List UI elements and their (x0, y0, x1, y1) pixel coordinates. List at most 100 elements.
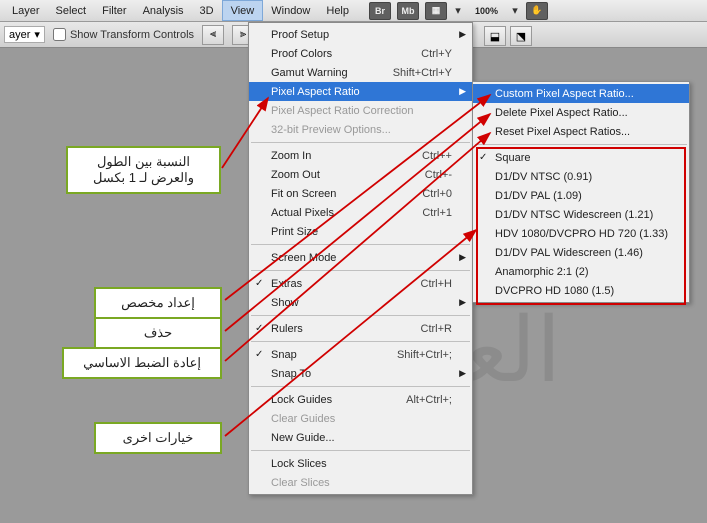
menu-item-label: Reset Pixel Aspect Ratios... (495, 126, 630, 138)
par-submenu-item-d1-dv-pal-1-09[interactable]: D1/DV PAL (1.09) (473, 186, 689, 205)
menu-item-label: Gamut Warning (271, 67, 348, 79)
view-menu-item-snap-to[interactable]: Snap To▶ (249, 364, 472, 383)
menu-item-shortcut: Ctrl+Y (421, 48, 452, 60)
launcher-mb-icon[interactable]: Mb (397, 2, 419, 20)
menu-item-label: Snap To (271, 368, 311, 380)
submenu-arrow-icon: ▶ (459, 29, 466, 40)
annotation-delete: حذف (94, 317, 222, 349)
view-menu-item-clear-slices: Clear Slices (249, 473, 472, 492)
workspace-icon[interactable]: ▦ (425, 2, 447, 20)
check-icon: ✓ (479, 152, 487, 163)
view-menu-item-extras[interactable]: ✓ExtrasCtrl+H (249, 274, 472, 293)
menubar-item-window[interactable]: Window (263, 0, 318, 21)
chevron-down-icon[interactable]: ▾ (453, 6, 463, 16)
show-transform-label: Show Transform Controls (70, 29, 194, 41)
show-transform-checkbox[interactable]: Show Transform Controls (53, 28, 194, 41)
menu-item-shortcut: Ctrl+R (421, 323, 452, 335)
menubar-item-layer[interactable]: Layer (4, 0, 48, 21)
menu-item-label: Actual Pixels (271, 207, 334, 219)
view-menu-separator (251, 244, 470, 245)
view-menu-separator (251, 341, 470, 342)
par-submenu-item-d1-dv-pal-widescreen-1-46[interactable]: D1/DV PAL Widescreen (1.46) (473, 243, 689, 262)
menu-item-shortcut: Ctrl+0 (422, 188, 452, 200)
menu-item-label: HDV 1080/DVCPRO HD 720 (1.33) (495, 228, 668, 240)
menu-item-label: Snap (271, 349, 297, 361)
view-menu-dropdown: Proof Setup▶Proof ColorsCtrl+YGamut Warn… (248, 22, 473, 495)
menu-item-label: Zoom In (271, 150, 311, 162)
layer-select[interactable]: ayer ▾ (4, 26, 45, 43)
view-menu-item-screen-mode[interactable]: Screen Mode▶ (249, 248, 472, 267)
par-submenu-item-delete-pixel-aspect-ratio[interactable]: Delete Pixel Aspect Ratio... (473, 103, 689, 122)
menu-item-label: Anamorphic 2:1 (2) (495, 266, 589, 278)
menu-item-label: 32-bit Preview Options... (271, 124, 391, 136)
menubar-item-help[interactable]: Help (318, 0, 357, 21)
menubar-item-analysis[interactable]: Analysis (135, 0, 192, 21)
view-menu-item-actual-pixels[interactable]: Actual Pixels Ctrl+1 (249, 203, 472, 222)
distribute-icon-1[interactable]: ⬓ (484, 26, 506, 46)
launcher-br-icon[interactable]: Br (369, 2, 391, 20)
menu-item-label: Clear Slices (271, 477, 330, 489)
show-transform-input[interactable] (53, 28, 66, 41)
hand-tool-icon[interactable]: ✋ (526, 2, 548, 20)
menu-item-label: D1/DV PAL Widescreen (1.46) (495, 247, 643, 259)
par-submenu-item-dvcpro-hd-1080-1-5[interactable]: DVCPRO HD 1080 (1.5) (473, 281, 689, 300)
menu-item-label: Proof Setup (271, 29, 329, 41)
menu-item-label: Delete Pixel Aspect Ratio... (495, 107, 628, 119)
menu-item-shortcut: Ctrl++ (422, 150, 452, 162)
view-menu-separator (251, 315, 470, 316)
par-submenu-item-hdv-1080-dvcpro-hd-720-1-33[interactable]: HDV 1080/DVCPRO HD 720 (1.33) (473, 224, 689, 243)
view-menu-separator (251, 142, 470, 143)
menu-item-shortcut: Ctrl+1 (422, 207, 452, 219)
par-submenu-separator (475, 144, 687, 145)
view-menu-separator (251, 386, 470, 387)
menu-bar: LayerSelectFilterAnalysis3DViewWindowHel… (0, 0, 707, 22)
annotation-reset: إعادة الضبط الاساسي (62, 347, 222, 379)
view-menu-item-new-guide[interactable]: New Guide... (249, 428, 472, 447)
menu-item-label: D1/DV NTSC Widescreen (1.21) (495, 209, 653, 221)
par-submenu-item-d1-dv-ntsc-0-91[interactable]: D1/DV NTSC (0.91) (473, 167, 689, 186)
chevron-down-icon[interactable]: ▾ (510, 6, 520, 16)
view-menu-item-pixel-aspect-ratio-correction: Pixel Aspect Ratio Correction (249, 101, 472, 120)
menubar-item-view[interactable]: View (222, 0, 264, 21)
menu-item-label: Screen Mode (271, 252, 336, 264)
align-icon-1[interactable]: ⫷ (202, 25, 224, 45)
view-menu-separator (251, 270, 470, 271)
view-menu-item-zoom-out[interactable]: Zoom Out Ctrl+- (249, 165, 472, 184)
check-icon: ✓ (255, 323, 263, 334)
menu-item-label: Print Size (271, 226, 318, 238)
par-submenu-item-d1-dv-ntsc-widescreen-1-21[interactable]: D1/DV NTSC Widescreen (1.21) (473, 205, 689, 224)
check-icon: ✓ (255, 278, 263, 289)
par-submenu-item-square[interactable]: ✓Square (473, 148, 689, 167)
view-menu-item-pixel-aspect-ratio[interactable]: Pixel Aspect Ratio▶ (249, 82, 472, 101)
view-menu-item-print-size[interactable]: Print Size (249, 222, 472, 241)
par-submenu-item-custom-pixel-aspect-ratio[interactable]: Custom Pixel Aspect Ratio... (473, 84, 689, 103)
menu-item-label: Lock Guides (271, 394, 332, 406)
menubar-item-select[interactable]: Select (48, 0, 95, 21)
view-menu-item-proof-setup[interactable]: Proof Setup ▶ (249, 25, 472, 44)
view-menu-item-zoom-in[interactable]: Zoom In Ctrl++ (249, 146, 472, 165)
menu-item-label: Clear Guides (271, 413, 335, 425)
view-menu-item-lock-guides[interactable]: Lock Guides Alt+Ctrl+; (249, 390, 472, 409)
view-menu-item-snap[interactable]: ✓SnapShift+Ctrl+; (249, 345, 472, 364)
distribute-icon-2[interactable]: ⬔ (510, 26, 532, 46)
par-submenu-item-anamorphic-2-1-2[interactable]: Anamorphic 2:1 (2) (473, 262, 689, 281)
menu-item-label: Rulers (271, 323, 303, 335)
zoom-level[interactable]: 100% (469, 2, 504, 20)
menu-item-label: Custom Pixel Aspect Ratio... (495, 88, 634, 100)
view-menu-item-proof-colors[interactable]: Proof ColorsCtrl+Y (249, 44, 472, 63)
view-menu-item-lock-slices[interactable]: Lock Slices (249, 454, 472, 473)
menubar-item-filter[interactable]: Filter (94, 0, 134, 21)
view-menu-item-rulers[interactable]: ✓ Rulers Ctrl+R (249, 319, 472, 338)
menu-item-label: Lock Slices (271, 458, 327, 470)
view-menu-item-fit-on-screen[interactable]: Fit on ScreenCtrl+0 (249, 184, 472, 203)
menu-item-shortcut: Alt+Ctrl+; (406, 394, 452, 406)
menu-item-label: Zoom Out (271, 169, 320, 181)
menubar-item-3d[interactable]: 3D (192, 0, 222, 21)
par-submenu-item-reset-pixel-aspect-ratios[interactable]: Reset Pixel Aspect Ratios... (473, 122, 689, 141)
annotation-custom: إعداد مخصص (94, 287, 222, 319)
view-menu-item-gamut-warning[interactable]: Gamut WarningShift+Ctrl+Y (249, 63, 472, 82)
menu-item-shortcut: Shift+Ctrl+; (397, 349, 452, 361)
view-menu-separator (251, 450, 470, 451)
view-menu-item-show[interactable]: Show▶ (249, 293, 472, 312)
menu-item-shortcut: Ctrl+- (425, 169, 452, 181)
